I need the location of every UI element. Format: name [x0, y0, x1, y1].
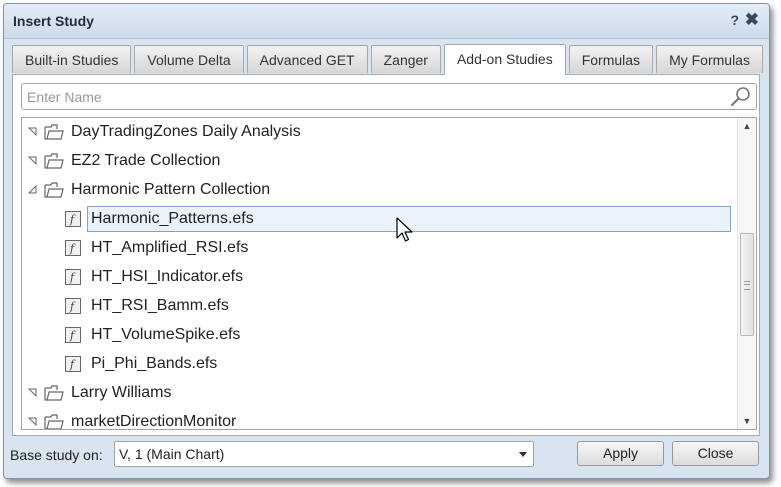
expanded-triangle-icon[interactable]	[28, 185, 37, 194]
tree-folder-row[interactable]: EZ2 Trade Collection	[22, 147, 734, 176]
study-tree: DayTradingZones Daily Analysis EZ2 Trade…	[21, 117, 757, 430]
tree-folder-row[interactable]: Larry Williams	[22, 379, 734, 408]
help-button[interactable]: ?	[730, 12, 739, 28]
apply-button[interactable]: Apply	[577, 441, 664, 466]
base-study-value: V, 1 (Main Chart)	[119, 446, 225, 462]
tree-item-label: Larry Williams	[71, 384, 172, 401]
tab-bar: Built-in Studies Volume Delta Advanced G…	[12, 44, 766, 75]
tab-advanced-get[interactable]: Advanced GET	[246, 45, 368, 73]
insert-study-dialog: Insert Study ? ✖ Built-in Studies Volume…	[3, 3, 770, 479]
tree-item-label: HT_HSI_Indicator.efs	[91, 268, 244, 285]
tree-file-row[interactable]: f Pi_Phi_Bands.efs	[22, 350, 734, 379]
close-icon[interactable]: ✖	[745, 10, 759, 30]
formula-file-icon: f	[65, 298, 81, 314]
tab-my-formulas[interactable]: My Formulas	[656, 45, 763, 73]
folder-icon	[44, 414, 64, 429]
scroll-thumb[interactable]	[740, 233, 754, 336]
formula-file-icon: f	[65, 211, 81, 227]
tree-item-label: EZ2 Trade Collection	[71, 152, 221, 169]
search-icon[interactable]	[729, 85, 753, 109]
tree-item-label: Harmonic Pattern Collection	[71, 181, 271, 198]
formula-file-icon: f	[65, 356, 81, 372]
collapsed-triangle-icon[interactable]	[28, 417, 37, 426]
folder-icon	[44, 153, 64, 169]
tree-item-label: marketDirectionMonitor	[71, 413, 237, 430]
tree-file-row[interactable]: f HT_HSI_Indicator.efs	[22, 263, 734, 292]
tree-folder-row[interactable]: DayTradingZones Daily Analysis	[22, 118, 734, 147]
tree-file-row[interactable]: f HT_VolumeSpike.efs	[22, 321, 734, 350]
tree-folder-row[interactable]: marketDirectionMonitor	[22, 408, 734, 430]
tree-folder-row[interactable]: Harmonic Pattern Collection	[22, 176, 734, 205]
search-box	[21, 83, 757, 110]
vertical-scrollbar[interactable]: ▲ ▼	[737, 118, 756, 429]
tree-item-label: HT_RSI_Bamm.efs	[91, 297, 229, 314]
tab-panel: DayTradingZones Daily Analysis EZ2 Trade…	[12, 74, 760, 436]
folder-open-icon	[44, 182, 64, 198]
chevron-down-icon[interactable]	[519, 452, 527, 457]
tree-item-label: DayTradingZones Daily Analysis	[71, 123, 301, 140]
tree-item-label: HT_Amplified_RSI.efs	[91, 239, 249, 256]
title-bar: Insert Study ? ✖	[4, 4, 769, 39]
collapsed-triangle-icon[interactable]	[28, 388, 37, 397]
folder-icon	[44, 124, 64, 140]
close-button[interactable]: Close	[672, 441, 759, 466]
tree-file-row[interactable]: f HT_Amplified_RSI.efs	[22, 234, 734, 263]
folder-icon	[44, 385, 64, 401]
tree-item-label: HT_VolumeSpike.efs	[91, 326, 241, 343]
collapsed-triangle-icon[interactable]	[28, 127, 37, 136]
tree-file-row[interactable]: f HT_RSI_Bamm.efs	[22, 292, 734, 321]
search-input[interactable]	[25, 86, 729, 108]
scroll-up-arrow-icon[interactable]: ▲	[738, 118, 756, 134]
tab-add-on-studies[interactable]: Add-on Studies	[443, 44, 566, 75]
formula-file-icon: f	[65, 269, 81, 285]
tab-built-in-studies[interactable]: Built-in Studies	[12, 45, 132, 73]
collapsed-triangle-icon[interactable]	[28, 156, 37, 165]
tab-zanger[interactable]: Zanger	[370, 45, 441, 73]
base-study-label: Base study on:	[10, 447, 103, 463]
formula-file-icon: f	[65, 240, 81, 256]
formula-file-icon: f	[65, 327, 81, 343]
tab-formulas[interactable]: Formulas	[568, 45, 654, 73]
tree-item-label: Harmonic_Patterns.efs	[91, 210, 254, 227]
mouse-pointer-icon	[396, 217, 413, 242]
tab-volume-delta[interactable]: Volume Delta	[134, 45, 244, 73]
grip-icon	[744, 281, 750, 290]
base-study-dropdown[interactable]: V, 1 (Main Chart)	[114, 441, 534, 467]
scroll-down-arrow-icon[interactable]: ▼	[738, 413, 756, 429]
tree-file-row[interactable]: f Harmonic_Patterns.efs	[22, 205, 734, 234]
dialog-title: Insert Study	[13, 13, 94, 29]
tree-item-label: Pi_Phi_Bands.efs	[91, 355, 218, 372]
